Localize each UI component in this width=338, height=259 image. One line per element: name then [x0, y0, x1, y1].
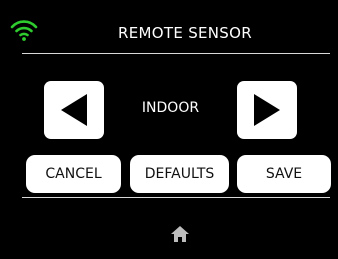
header-divider [22, 53, 330, 54]
save-button[interactable]: SAVE [237, 155, 331, 193]
arrow-left-icon [61, 94, 87, 126]
defaults-button[interactable]: DEFAULTS [130, 155, 229, 193]
cancel-button[interactable]: CANCEL [26, 155, 121, 193]
home-icon[interactable] [170, 225, 190, 243]
footer-divider [22, 197, 330, 198]
next-option-button[interactable] [237, 81, 297, 139]
arrow-right-icon [254, 94, 280, 126]
previous-option-button[interactable] [44, 81, 104, 139]
sensor-mode-value: INDOOR [141, 100, 200, 116]
page-title: REMOTE SENSOR [118, 24, 252, 42]
thermostat-screen: REMOTE SENSOR INDOOR CANCEL DEFAULTS SAV… [0, 0, 338, 259]
wifi-icon [10, 20, 38, 41]
